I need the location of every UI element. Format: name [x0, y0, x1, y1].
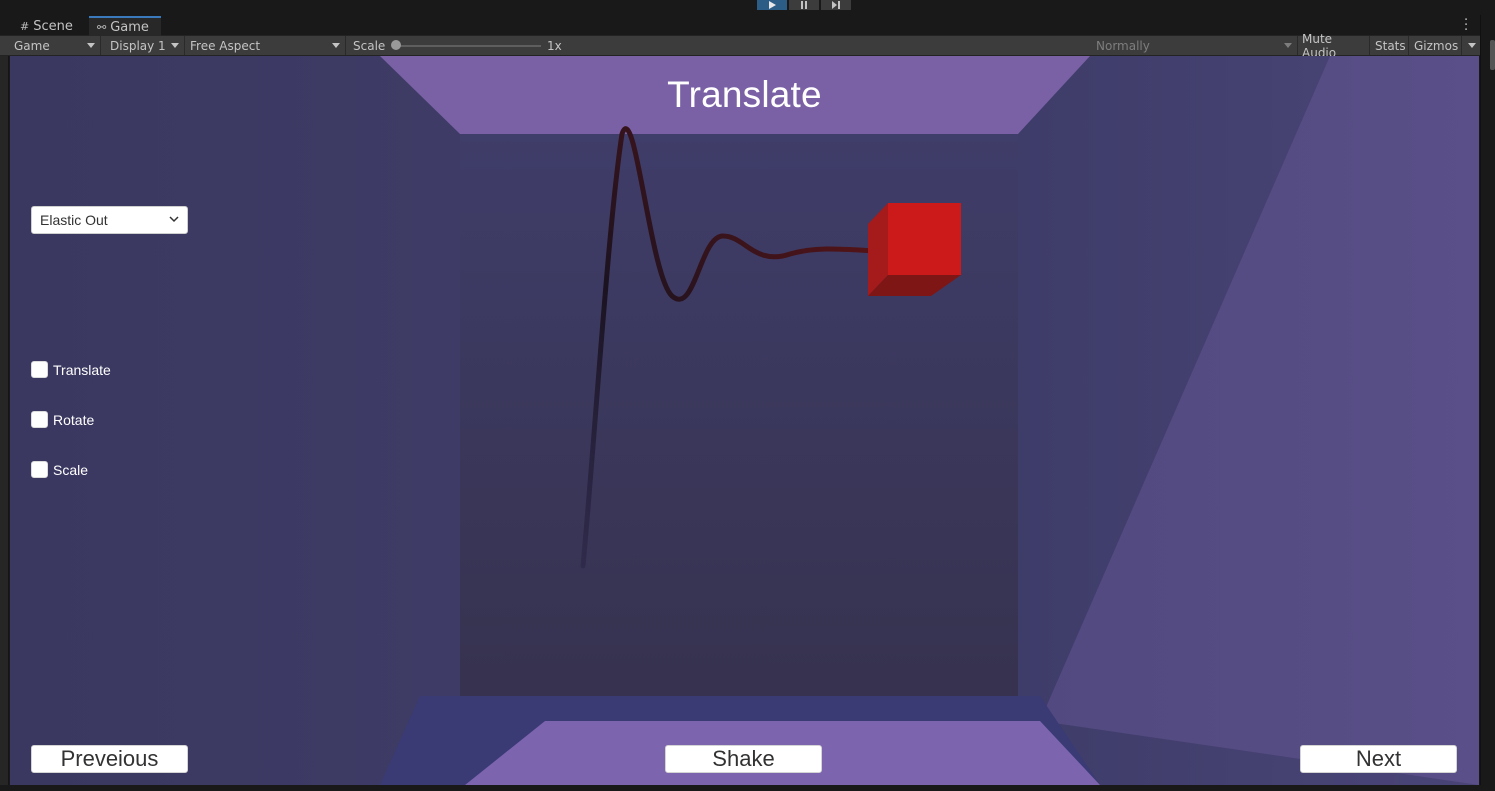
scene-render [10, 56, 1479, 785]
mute-audio-button[interactable]: Mute Audio [1298, 32, 1370, 60]
view-select-value: Game [14, 38, 50, 53]
grid-icon: # [20, 19, 30, 33]
translate-toggle[interactable]: Translate [31, 361, 111, 378]
tab-scene[interactable]: # Scene [12, 16, 81, 36]
scale-value: 1x [547, 38, 562, 53]
checkbox[interactable] [31, 411, 48, 428]
translate-toggle-label: Translate [53, 361, 111, 378]
ease-type-value: Elastic Out [40, 212, 108, 228]
display-select[interactable]: Display 1 [106, 36, 185, 55]
left-panel-edge [0, 56, 9, 786]
dropdown-caret-icon [87, 43, 95, 48]
more-options-icon[interactable]: · · · [1464, 14, 1470, 37]
play-focus-select[interactable]: Normally [1092, 36, 1298, 55]
aspect-select[interactable]: Free Aspect [186, 36, 346, 55]
game-view-toolbar: Game Display 1 Free Aspect Scale 1x Norm… [0, 32, 1480, 60]
right-panel-edge [1480, 15, 1495, 791]
scale-slider-track[interactable] [396, 45, 541, 47]
checkbox[interactable] [31, 361, 48, 378]
cube-front-face [888, 203, 961, 275]
pause-button[interactable] [789, 0, 819, 10]
previous-button[interactable]: Preveious [31, 745, 188, 773]
tab-game-label: Game [110, 19, 149, 35]
game-viewport[interactable]: Translate Elastic Out Translate Rotate S… [10, 56, 1479, 785]
aspect-select-value: Free Aspect [190, 38, 261, 53]
gizmos-menu-button[interactable] [1462, 36, 1480, 55]
checkbox[interactable] [31, 461, 48, 478]
bottom-edge [0, 785, 1495, 791]
page-title: Translate [667, 74, 822, 115]
next-button[interactable]: Next [1300, 745, 1457, 773]
gamepad-icon: ⚯ [97, 20, 107, 34]
rotate-toggle[interactable]: Rotate [31, 411, 94, 428]
step-icon [832, 1, 840, 9]
pause-icon [801, 1, 807, 9]
dropdown-caret-icon [1284, 43, 1292, 48]
chevron-down-icon [169, 216, 179, 223]
step-button[interactable] [821, 0, 851, 10]
stats-button[interactable]: Stats [1371, 36, 1409, 55]
play-icon [769, 1, 776, 9]
tab-scene-label: Scene [33, 18, 73, 34]
display-select-value: Display 1 [110, 38, 166, 53]
play-button[interactable] [757, 0, 787, 10]
shake-button[interactable]: Shake [665, 745, 822, 773]
scale-slider-thumb[interactable] [391, 40, 401, 50]
ease-type-dropdown[interactable]: Elastic Out [31, 206, 188, 234]
view-select[interactable]: Game [10, 36, 101, 55]
scrollbar-handle[interactable] [1490, 40, 1495, 70]
dropdown-caret-icon [171, 43, 179, 48]
tab-game[interactable]: ⚯ Game [89, 16, 161, 36]
dropdown-caret-icon [332, 43, 340, 48]
rotate-toggle-label: Rotate [53, 411, 95, 428]
gizmos-button[interactable]: Gizmos [1410, 36, 1462, 55]
play-focus-value: Normally [1096, 38, 1150, 53]
unity-editor: # Scene ⚯ Game · · · Game Display 1 Free A… [0, 0, 1495, 791]
dropdown-caret-icon [1468, 43, 1476, 48]
scale-toggle-label: Scale [53, 461, 89, 478]
playmode-controls [757, 0, 851, 11]
view-tabs: # Scene ⚯ Game [0, 15, 1482, 36]
scale-toggle[interactable]: Scale [31, 461, 88, 478]
